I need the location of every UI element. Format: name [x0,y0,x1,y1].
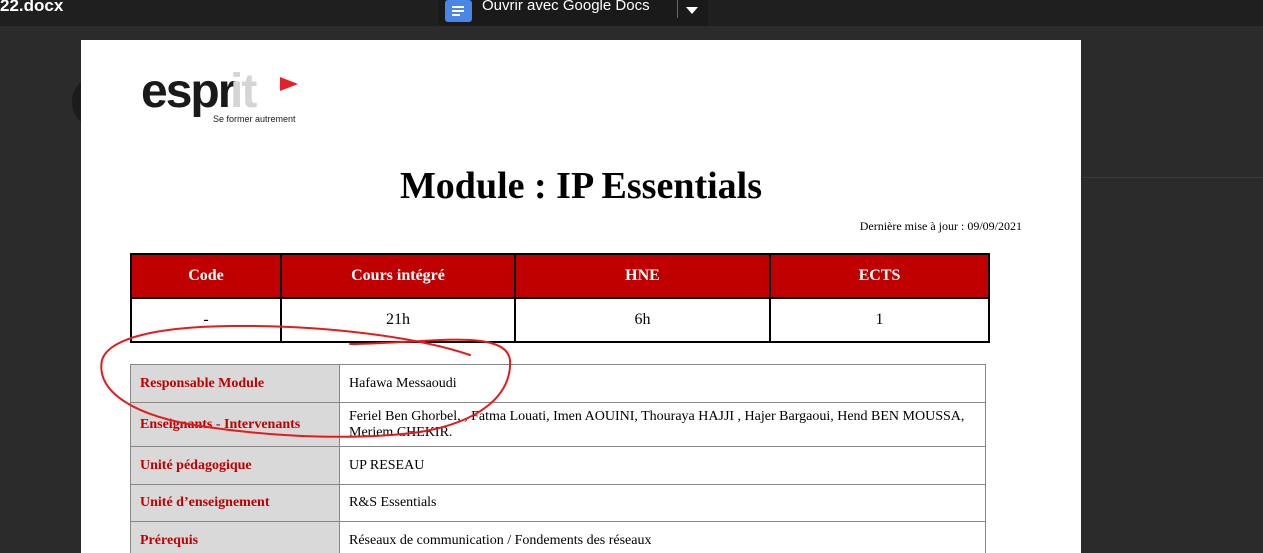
table-row: Prérequis Réseaux de communication / Fon… [130,521,986,553]
detail-label: Enseignants - Intervenants [130,402,340,447]
value-cours-integre: 21h [280,297,516,343]
logo-flag-icon [280,77,298,91]
summary-table: Code Cours intégré HNE ECTS - 21h 6h 1 [130,253,990,343]
logo-tagline: Se former autrement [213,114,296,124]
detail-value: Réseaux de communication / Fondements de… [339,521,986,553]
button-divider [677,0,678,18]
summary-header-row: Code Cours intégré HNE ECTS [130,253,990,299]
table-row: Responsable Module Hafawa Messaoudi [130,364,986,403]
esprit-logo: espr it Se former autrement [141,65,311,130]
detail-value: Feriel Ben Ghorbel, , Fatma Louati, Imen… [339,402,986,447]
value-hne: 6h [514,297,771,343]
detail-label: Responsable Module [130,364,340,403]
background-divider [1082,177,1263,178]
table-row: Unité d’enseignement R&S Essentials [130,484,986,522]
detail-value: UP RESEAU [339,446,986,485]
detail-value: R&S Essentials [339,484,986,522]
detail-value: Hafawa Messaoudi [339,364,986,403]
google-docs-icon [445,0,472,22]
logo-text-main: espr [141,65,236,118]
file-name: 22.docx [0,0,64,15]
module-title: Module : IP Essentials [399,165,763,207]
summary-value-row: - 21h 6h 1 [130,297,990,343]
header-code: Code [130,253,282,299]
chevron-down-icon[interactable] [686,7,698,14]
table-row: Enseignants - Intervenants Feriel Ben Gh… [130,402,986,447]
detail-label: Prérequis [130,521,340,553]
document-page: espr it Se former autrement Module : IP … [81,40,1081,553]
detail-label: Unité pédagogique [130,446,340,485]
value-code: - [130,297,282,343]
last-update: Dernière mise à jour : 09/09/2021 [859,219,1022,233]
detail-label: Unité d’enseignement [130,484,340,522]
details-table: Responsable Module Hafawa Messaoudi Ense… [130,364,986,553]
open-with-label: Ouvrir avec Google Docs [482,0,650,14]
logo-text-accent: it [230,65,257,118]
open-with-google-docs-button[interactable]: Ouvrir avec Google Docs [438,0,708,26]
table-row: Unité pédagogique UP RESEAU [130,446,986,485]
header-cours-integre: Cours intégré [280,253,516,299]
header-ects: ECTS [769,253,990,299]
header-hne: HNE [514,253,771,299]
viewer-topbar: 22.docx Ouvrir avec Google Docs [0,0,1263,26]
value-ects: 1 [769,297,990,343]
